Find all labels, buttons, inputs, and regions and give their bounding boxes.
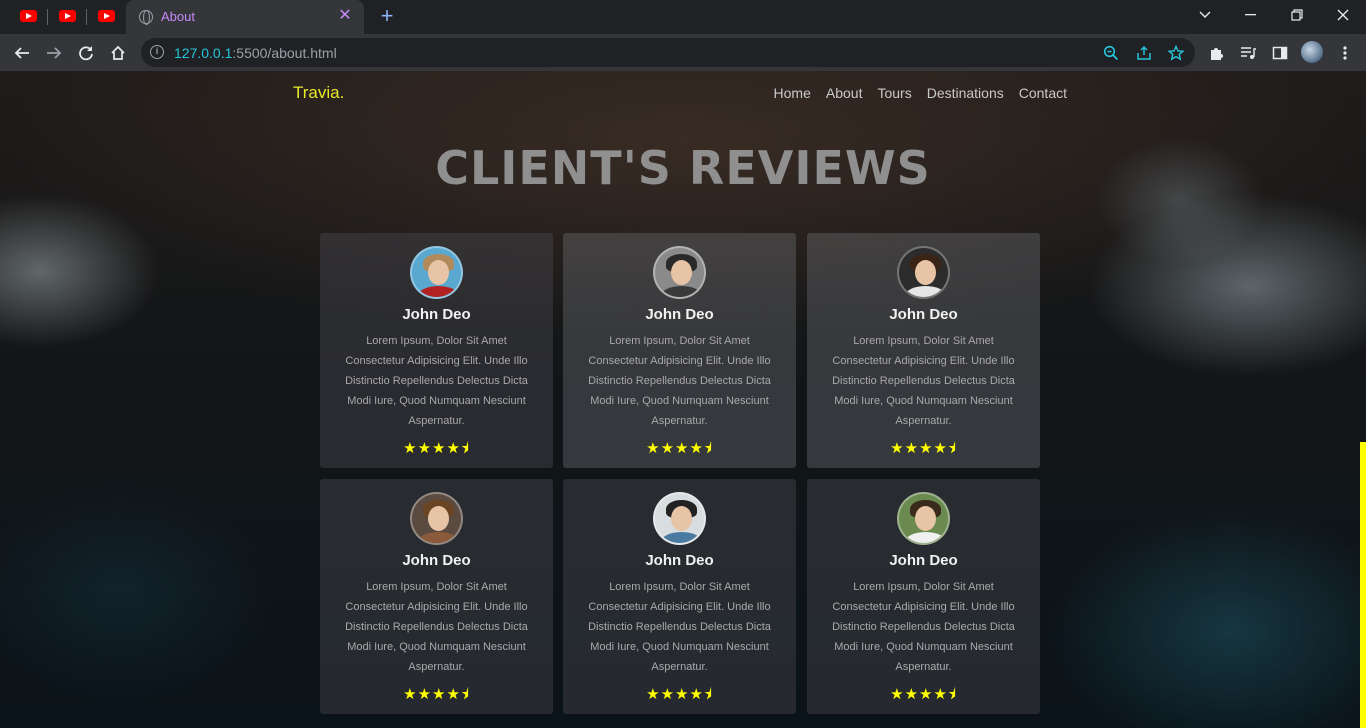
review-text: Lorem Ipsum, Dolor Sit Amet Consectetur … xyxy=(832,335,1015,427)
pinned-tab-youtube-2[interactable] xyxy=(57,8,77,24)
nav-destinations[interactable]: Destinations xyxy=(927,85,1004,101)
arrow-left-icon xyxy=(14,47,29,59)
star-rating: ★★★★⯨ xyxy=(646,686,713,703)
star-rating: ★★★★⯨ xyxy=(890,440,957,457)
review-text: Lorem Ipsum, Dolor Sit Amet Consectetur … xyxy=(832,581,1015,673)
active-tab[interactable]: About ✕ xyxy=(126,0,364,34)
review-text: Lorem Ipsum, Dolor Sit Amet Consectetur … xyxy=(345,335,528,427)
url-text[interactable]: 127.0.0.1:5500/about.html xyxy=(174,45,337,61)
tab-separator xyxy=(86,9,87,25)
chevron-down-icon xyxy=(1199,11,1211,18)
new-tab-button[interactable]: + xyxy=(376,5,398,27)
browser-toolbar: i 127.0.0.1:5500/about.html xyxy=(0,34,1366,71)
home-button[interactable] xyxy=(106,41,130,65)
tab-separator xyxy=(47,9,48,25)
nav-contact[interactable]: Contact xyxy=(1019,85,1067,101)
share-icon[interactable] xyxy=(1134,43,1154,63)
tab-search-button[interactable] xyxy=(1182,0,1228,30)
reviewer-avatar xyxy=(410,246,463,299)
section-heading: CLIENT'S REVIEWS xyxy=(435,141,931,195)
youtube-icon xyxy=(97,10,115,22)
pinned-tab-youtube-3[interactable] xyxy=(96,8,116,24)
menu-button[interactable] xyxy=(1333,41,1357,65)
restore-button[interactable] xyxy=(1274,0,1320,30)
tab-title: About xyxy=(161,9,195,24)
nav-about[interactable]: About xyxy=(826,85,863,101)
reviewer-avatar xyxy=(897,246,950,299)
puzzle-icon xyxy=(1211,48,1223,60)
close-icon xyxy=(1337,9,1349,21)
reviewer-name: John Deo xyxy=(645,306,714,323)
reviewer-name: John Deo xyxy=(645,552,714,569)
close-window-button[interactable] xyxy=(1320,0,1366,30)
pinned-tab-youtube-1[interactable] xyxy=(18,8,38,24)
main-nav: Home About Tours Destinations Contact xyxy=(759,85,1067,101)
review-card: John Deo Lorem Ipsum, Dolor Sit Amet Con… xyxy=(320,479,553,714)
reload-button[interactable] xyxy=(74,41,98,65)
url-path: :5500/about.html xyxy=(232,45,337,61)
address-bar[interactable]: i 127.0.0.1:5500/about.html xyxy=(141,38,1195,67)
zoom-icon[interactable] xyxy=(1101,43,1121,63)
page-viewport: Travia. Home About Tours Destinations Co… xyxy=(0,71,1366,728)
reviewer-avatar xyxy=(653,246,706,299)
side-panel-button[interactable] xyxy=(1268,41,1292,65)
star-rating: ★★★★⯨ xyxy=(890,686,957,703)
nav-home[interactable]: Home xyxy=(774,85,811,101)
star-rating: ★★★★⯨ xyxy=(403,440,470,457)
reviewer-name: John Deo xyxy=(889,552,958,569)
review-text: Lorem Ipsum, Dolor Sit Amet Consectetur … xyxy=(588,581,771,673)
review-card: John Deo Lorem Ipsum, Dolor Sit Amet Con… xyxy=(563,233,796,468)
profile-avatar[interactable] xyxy=(1301,41,1323,63)
reviewer-avatar xyxy=(897,492,950,545)
restore-icon xyxy=(1291,9,1303,21)
scrollbar-thumb[interactable] xyxy=(1360,442,1366,728)
reviewer-name: John Deo xyxy=(402,306,471,323)
reviewer-avatar xyxy=(410,492,463,545)
review-card: John Deo Lorem Ipsum, Dolor Sit Amet Con… xyxy=(563,479,796,714)
reviewer-name: John Deo xyxy=(402,552,471,569)
reviewer-avatar xyxy=(653,492,706,545)
close-tab-icon[interactable]: ✕ xyxy=(336,7,354,25)
review-text: Lorem Ipsum, Dolor Sit Amet Consectetur … xyxy=(588,335,771,427)
review-text: Lorem Ipsum, Dolor Sit Amet Consectetur … xyxy=(345,581,528,673)
playlist-icon xyxy=(1241,47,1256,59)
extensions-button[interactable] xyxy=(1204,41,1228,65)
home-icon xyxy=(111,45,125,60)
reload-icon xyxy=(79,46,93,61)
bookmark-star-icon[interactable] xyxy=(1166,43,1186,63)
youtube-icon xyxy=(19,10,37,22)
forward-button[interactable] xyxy=(42,41,66,65)
youtube-icon xyxy=(58,10,76,22)
kebab-menu-icon xyxy=(1343,46,1347,60)
review-card: John Deo Lorem Ipsum, Dolor Sit Amet Con… xyxy=(807,479,1040,714)
nav-tours[interactable]: Tours xyxy=(877,85,911,101)
url-host: 127.0.0.1 xyxy=(174,45,233,61)
reviewer-name: John Deo xyxy=(889,306,958,323)
review-card: John Deo Lorem Ipsum, Dolor Sit Amet Con… xyxy=(807,233,1040,468)
minimize-icon xyxy=(1245,14,1256,16)
side-panel-icon xyxy=(1272,46,1288,60)
review-card: John Deo Lorem Ipsum, Dolor Sit Amet Con… xyxy=(320,233,553,468)
globe-icon xyxy=(139,10,153,25)
site-info-icon[interactable]: i xyxy=(150,45,164,59)
site-logo[interactable]: Travia. xyxy=(293,83,344,103)
tab-strip: About ✕ + xyxy=(0,0,1366,34)
arrow-right-icon xyxy=(47,47,62,59)
star-rating: ★★★★⯨ xyxy=(646,440,713,457)
media-controls-button[interactable] xyxy=(1236,41,1260,65)
back-button[interactable] xyxy=(10,41,34,65)
star-rating: ★★★★⯨ xyxy=(403,686,470,703)
minimize-button[interactable] xyxy=(1228,0,1274,30)
